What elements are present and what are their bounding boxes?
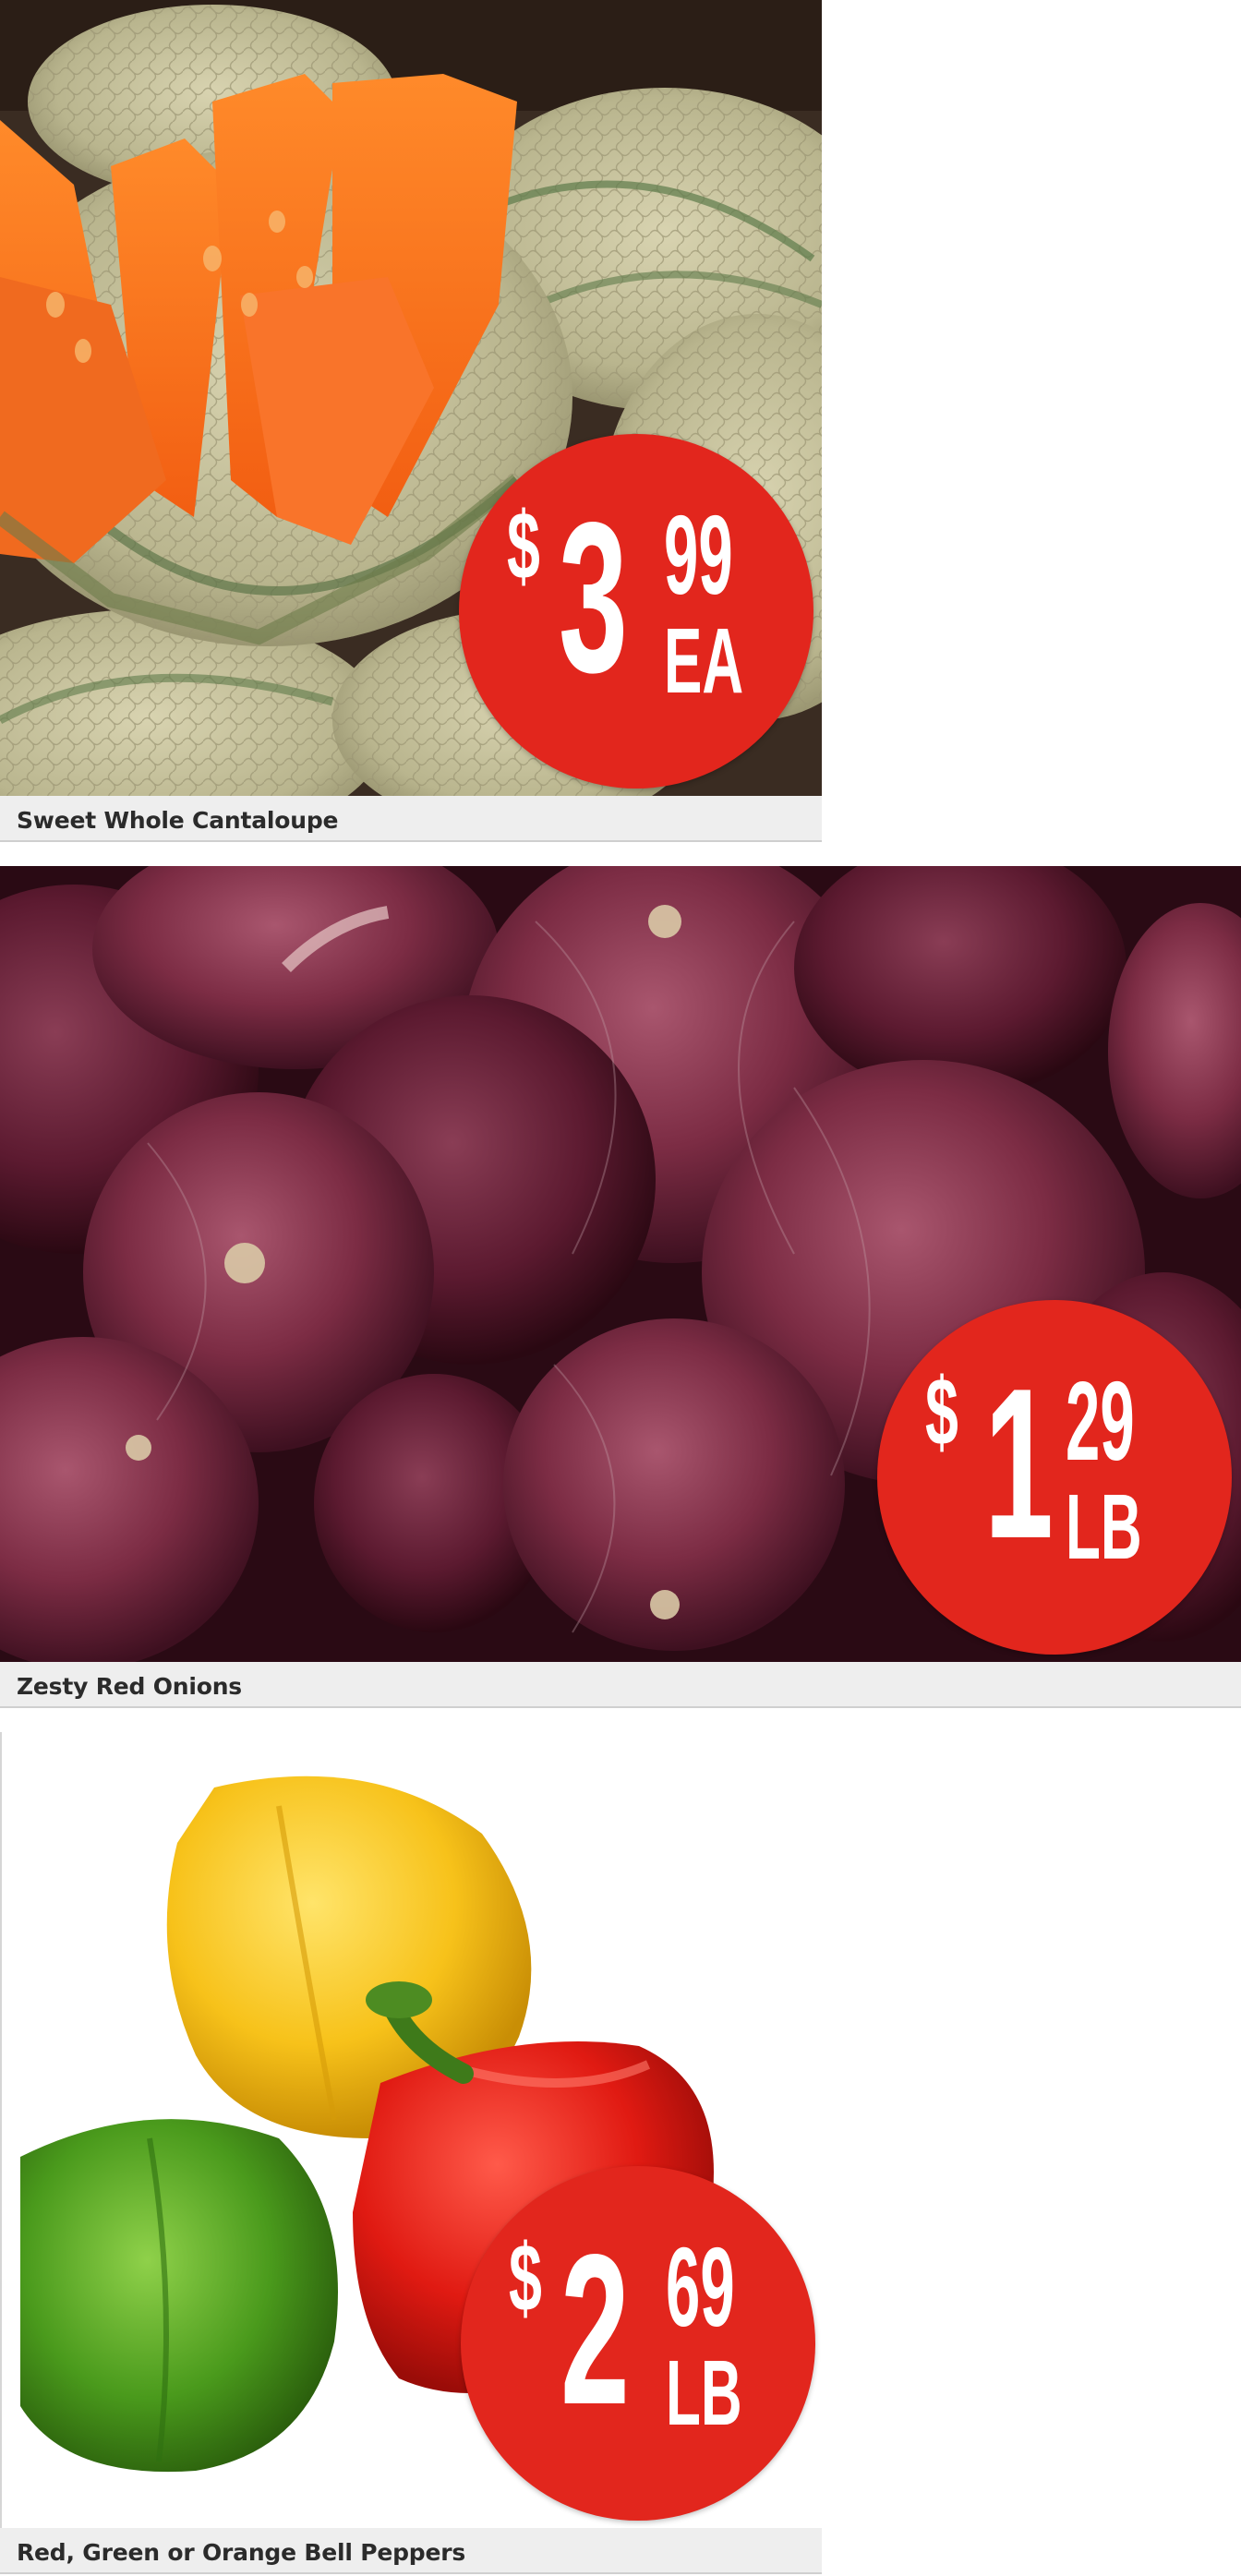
product-caption: Zesty Red Onions xyxy=(0,1662,1241,1708)
product-caption: Red, Green or Orange Bell Peppers xyxy=(0,2528,822,2574)
price-cents: 29 xyxy=(1066,1358,1135,1484)
price-cents: 69 xyxy=(666,2224,735,2350)
price-unit: EA xyxy=(664,609,744,713)
product-name: Red, Green or Orange Bell Peppers xyxy=(17,2539,466,2566)
price-currency: $ xyxy=(507,493,540,600)
price-badge: $ 1 29 LB xyxy=(877,1300,1232,1655)
price-dollars: 2 xyxy=(560,2210,630,2450)
product-name: Sweet Whole Cantaloupe xyxy=(17,807,339,834)
price-unit: LB xyxy=(1066,1475,1142,1579)
product-card-bell-peppers[interactable]: $ 2 69 LB Red, Green or Orange Bell Pepp… xyxy=(0,1732,822,2576)
price-cents: 99 xyxy=(664,492,733,618)
price-dollars: 3 xyxy=(559,478,628,717)
price-dollars: 1 xyxy=(984,1344,1054,1583)
price-currency: $ xyxy=(509,2225,542,2332)
price-currency: $ xyxy=(925,1359,958,1466)
price-unit: LB xyxy=(666,2341,742,2445)
price-badge: $ 3 99 EA xyxy=(459,434,813,788)
product-name: Zesty Red Onions xyxy=(17,1673,242,1700)
product-caption: Sweet Whole Cantaloupe xyxy=(0,796,822,842)
product-card-red-onions[interactable]: $ 1 29 LB Zesty Red Onions xyxy=(0,866,1241,1710)
price-badge: $ 2 69 LB xyxy=(461,2166,815,2521)
product-card-cantaloupe[interactable]: $ 3 99 EA Sweet Whole Cantaloupe xyxy=(0,0,822,842)
